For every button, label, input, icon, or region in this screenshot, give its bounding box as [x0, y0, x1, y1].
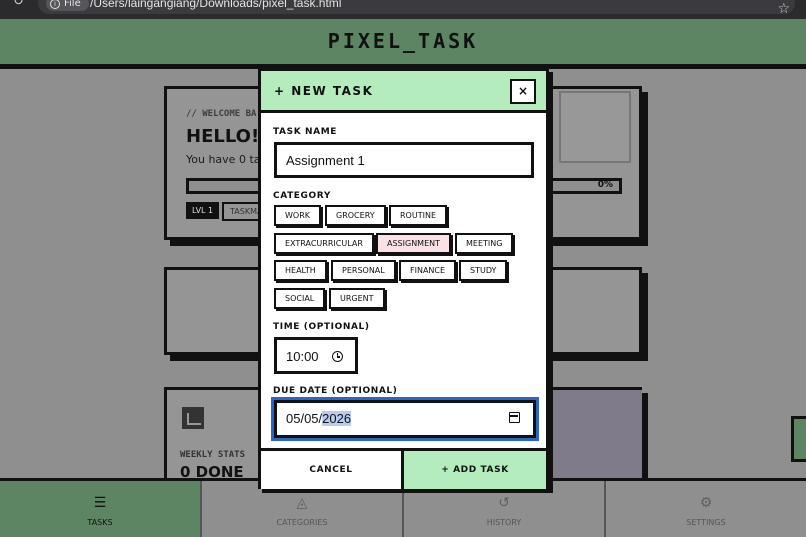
nav-settings-label: SETTINGS — [686, 518, 726, 527]
modal-footer: CANCEL + ADD TASK — [261, 448, 546, 489]
task-count-text: You have 0 tas — [186, 153, 267, 166]
app-title: PIXEL_TASK — [327, 29, 479, 53]
category-personal[interactable]: PERSONAL — [331, 260, 396, 281]
nav-history[interactable]: ↺ HISTORY — [404, 481, 606, 537]
welcome-kicker: // WELCOME BA — [186, 109, 257, 119]
file-chip-label: File — [64, 0, 81, 9]
category-finance[interactable]: FINANCE — [399, 260, 457, 281]
nav-categories[interactable]: ◬ CATEGORIES — [202, 481, 404, 537]
category-extracurricular[interactable]: EXTRACURRICULAR — [274, 233, 374, 254]
info-icon: i — [50, 0, 60, 9]
category-label: CATEGORY — [273, 191, 331, 201]
time-value: 10:00 — [286, 349, 319, 364]
nav-tasks-label: TASKS — [87, 518, 113, 527]
clock-icon[interactable] — [332, 351, 343, 362]
task-name-label: TASK NAME — [273, 127, 337, 137]
category-social[interactable]: SOCIAL — [274, 288, 326, 309]
browser-toolbar: ↻ i File /Users/laingangiang/Downloads/p… — [0, 0, 806, 19]
category-meeting[interactable]: MEETING — [455, 233, 514, 254]
star-icon[interactable]: ☆ — [777, 2, 790, 16]
close-button[interactable]: × — [510, 79, 536, 104]
shapes-icon: ◬ — [296, 495, 308, 511]
category-health[interactable]: HEALTH — [274, 260, 327, 281]
nav-settings[interactable]: ⚙ SETTINGS — [606, 481, 806, 537]
level-badge: LVL 1 — [186, 202, 220, 219]
modal-title: + NEW TASK — [274, 84, 374, 98]
category-assignment[interactable]: ASSIGNMENT — [376, 233, 451, 254]
history-icon: ↺ — [498, 495, 510, 511]
due-date-year: 2026 — [322, 411, 352, 426]
gear-icon: ⚙ — [699, 495, 713, 511]
cancel-button[interactable]: CANCEL — [261, 451, 404, 489]
chart-icon — [182, 407, 204, 429]
nav-tasks[interactable]: ☰ TASKS — [0, 481, 202, 537]
due-date-prefix: 05/05/ — [286, 411, 323, 426]
address-bar[interactable]: i File /Users/laingangiang/Downloads/pix… — [38, 0, 795, 14]
welcome-heading: HELLO! — [186, 126, 260, 147]
new-task-modal: + NEW TASK × TASK NAME CATEGORY WORK GRO… — [258, 68, 549, 489]
due-date-label: DUE DATE (OPTIONAL) — [273, 386, 398, 396]
reload-icon[interactable]: ↻ — [13, 0, 24, 9]
time-input[interactable]: 10:00 — [274, 337, 358, 374]
category-work[interactable]: WORK — [274, 205, 322, 226]
app-header: PIXEL_TASK — [0, 19, 806, 69]
due-date-value: 05/05/2026 — [286, 411, 352, 426]
stats-tile — [549, 390, 642, 487]
category-routine[interactable]: ROUTINE — [389, 205, 447, 226]
avatar — [559, 91, 631, 163]
due-date-input[interactable]: 05/05/2026 — [271, 397, 539, 441]
stats-label: WEEKLY STATS — [180, 450, 246, 460]
calendar-icon[interactable] — [509, 412, 520, 423]
nav-history-label: HISTORY — [486, 518, 522, 527]
nav-categories-label: CATEGORIES — [276, 518, 328, 527]
list-icon: ☰ — [93, 495, 107, 511]
time-label: TIME (OPTIONAL) — [273, 322, 370, 332]
category-urgent[interactable]: URGENT — [329, 288, 385, 309]
category-study[interactable]: STUDY — [459, 260, 508, 281]
file-chip[interactable]: i File — [46, 0, 89, 11]
task-name-input[interactable] — [274, 142, 534, 178]
url-text[interactable]: /Users/laingangiang/Downloads/pixel_task… — [90, 0, 341, 10]
category-grocery[interactable]: GROCERY — [325, 205, 386, 226]
add-task-button[interactable]: + ADD TASK — [404, 451, 546, 489]
progress-percent: 0% — [597, 180, 613, 190]
side-tab[interactable] — [791, 416, 806, 462]
modal-header: + NEW TASK × — [261, 71, 546, 113]
